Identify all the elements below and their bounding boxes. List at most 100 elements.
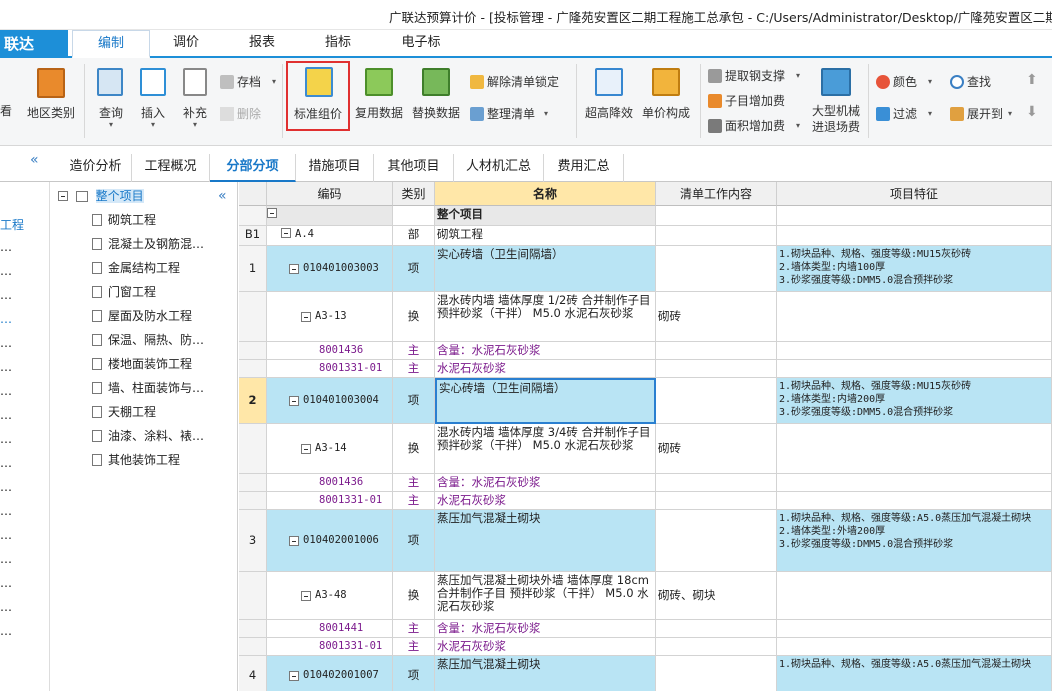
name-cell[interactable]: 水泥石灰砂浆 [435, 638, 656, 656]
feature-cell[interactable] [777, 360, 1052, 378]
tree-item[interactable]: 混凝土及钢筋混… [92, 234, 204, 254]
name-cell[interactable]: 整个项目 [435, 206, 656, 226]
feature-cell[interactable] [777, 474, 1052, 492]
row-seq-cell[interactable]: B1 [239, 226, 267, 246]
work-content-cell[interactable]: 砌砖 [656, 424, 777, 474]
code-cell[interactable]: A.4 [267, 226, 393, 246]
search-button[interactable]: 查找 [950, 72, 1006, 92]
code-cell[interactable]: A3-13 [267, 292, 393, 342]
nav-item[interactable]: … [0, 432, 12, 446]
type-cell[interactable]: 主 [393, 492, 435, 510]
feature-cell[interactable]: 1.砌块品种、规格、强度等级:A5.0蒸压加气混凝土砌块 2.墙体类型:外墙20… [777, 510, 1052, 572]
name-cell[interactable]: 水泥石灰砂浆 [435, 360, 656, 378]
menu-tab-edit[interactable]: 编制 [72, 30, 150, 58]
tree-item[interactable]: 保温、隔热、防… [92, 330, 204, 350]
type-cell[interactable]: 项 [393, 656, 435, 691]
replace-data-button[interactable]: 替换数据 [408, 64, 464, 140]
view-button-partial[interactable]: 看 [0, 102, 14, 118]
feature-cell[interactable] [777, 206, 1052, 226]
row-seq-cell[interactable]: 1 [239, 246, 267, 292]
query-button[interactable]: 查询 ▾ [90, 64, 132, 140]
nav-item[interactable]: … [0, 528, 12, 542]
nav-item[interactable]: … [0, 552, 12, 566]
type-cell[interactable]: 主 [393, 360, 435, 378]
type-cell[interactable]: 主 [393, 620, 435, 638]
row-seq-cell[interactable] [239, 572, 267, 620]
area-category-button[interactable]: 地区类别 [24, 64, 78, 140]
column-header-code[interactable]: 编码 [267, 182, 393, 206]
name-cell[interactable]: 含量：水泥石灰砂浆 [435, 342, 656, 360]
feature-cell[interactable] [777, 342, 1052, 360]
collapse-row-icon[interactable] [289, 395, 299, 406]
work-content-cell[interactable] [656, 638, 777, 656]
column-header-features[interactable]: 项目特征 [777, 182, 1052, 206]
nav-item[interactable]: … [0, 384, 12, 398]
type-cell[interactable]: 项 [393, 510, 435, 572]
work-content-cell[interactable]: 砌砖、砌块 [656, 572, 777, 620]
code-cell[interactable]: A3-48 [267, 572, 393, 620]
work-content-cell[interactable] [656, 620, 777, 638]
feature-cell[interactable]: 1.砌块品种、规格、强度等级:MU15灰砂砖 2.墙体类型:内墙100厚 3.砂… [777, 246, 1052, 292]
feature-cell[interactable]: 1.砌块品种、规格、强度等级:A5.0蒸压加气混凝土砌块 [777, 656, 1052, 691]
work-content-cell[interactable] [656, 226, 777, 246]
unit-price-composition-button[interactable]: 单价构成 [638, 64, 694, 140]
row-seq-cell[interactable] [239, 638, 267, 656]
move-down-arrow-icon[interactable]: ⬇ [1026, 104, 1042, 122]
work-content-cell[interactable] [656, 342, 777, 360]
collapse-node-icon[interactable] [58, 191, 68, 201]
code-cell[interactable]: 8001331-01 [267, 638, 393, 656]
work-content-cell[interactable] [656, 246, 777, 292]
row-seq-cell[interactable]: 2 [239, 378, 267, 424]
name-cell[interactable]: 蒸压加气混凝土砌块外墙 墙体厚度 18cm 合并制作子目 预拌砂浆（干拌） M5… [435, 572, 656, 620]
nav-item[interactable]: … [0, 624, 12, 638]
large-machinery-button[interactable]: 大型机械 进退场费 [808, 64, 864, 142]
menu-tab-index[interactable]: 指标 [308, 30, 368, 58]
tree-item[interactable]: 金属结构工程 [92, 258, 180, 278]
code-cell[interactable]: 8001331-01 [267, 492, 393, 510]
feature-cell[interactable]: 1.砌块品种、规格、强度等级:MU15灰砂砖 2.墙体类型:内墙200厚 3.砂… [777, 378, 1052, 424]
type-cell[interactable]: 项 [393, 378, 435, 424]
tab-labor-material-summary[interactable]: 人材机汇总 [454, 154, 544, 182]
name-cell[interactable]: 含量：水泥石灰砂浆 [435, 620, 656, 638]
archive-button[interactable]: 存档 ▾ [220, 72, 278, 92]
type-cell[interactable]: 换 [393, 572, 435, 620]
work-content-cell[interactable]: 砌砖 [656, 292, 777, 342]
code-cell[interactable]: 8001436 [267, 474, 393, 492]
collapse-row-icon[interactable] [289, 670, 299, 681]
row-seq-cell[interactable]: 4 [239, 656, 267, 691]
nav-item[interactable]: … [0, 480, 12, 494]
feature-cell[interactable] [777, 638, 1052, 656]
feature-cell[interactable] [777, 292, 1052, 342]
tree-item[interactable]: 油漆、涂料、裱… [92, 426, 204, 446]
code-cell[interactable]: 8001436 [267, 342, 393, 360]
nav-item[interactable]: … [0, 360, 12, 374]
code-cell[interactable]: 8001331-01 [267, 360, 393, 378]
nav-item[interactable]: … [0, 240, 12, 254]
nav-item[interactable]: … [0, 312, 12, 326]
menu-tab-etender[interactable]: 电子标 [386, 30, 456, 58]
tab-fee-summary[interactable]: 费用汇总 [544, 154, 624, 182]
nav-item[interactable]: … [0, 264, 12, 278]
row-seq-cell[interactable] [239, 292, 267, 342]
tree-item[interactable]: 屋面及防水工程 [92, 306, 192, 326]
row-seq-cell[interactable] [239, 620, 267, 638]
nav-item[interactable]: … [0, 336, 12, 350]
tab-measures[interactable]: 措施项目 [296, 154, 374, 182]
column-header-work-content[interactable]: 清单工作内容 [656, 182, 777, 206]
code-cell[interactable]: 010402001007 [267, 656, 393, 691]
nav-item[interactable]: … [0, 408, 12, 422]
tree-item[interactable]: 门窗工程 [92, 282, 156, 302]
type-cell[interactable] [393, 206, 435, 226]
collapse-row-icon[interactable] [289, 263, 299, 274]
tab-sub-items[interactable]: 分部分项 [210, 154, 296, 182]
type-cell[interactable]: 项 [393, 246, 435, 292]
name-cell[interactable]: 砌筑工程 [435, 226, 656, 246]
color-button[interactable]: 颜色 ▾ [876, 72, 942, 92]
work-content-cell[interactable] [656, 360, 777, 378]
tree-item[interactable]: 砌筑工程 [92, 210, 156, 230]
code-cell[interactable] [267, 206, 393, 226]
code-cell[interactable]: A3-14 [267, 424, 393, 474]
code-cell[interactable]: 010402001006 [267, 510, 393, 572]
nav-item[interactable]: 工程 [0, 216, 24, 233]
name-cell[interactable]: 混水砖内墙 墙体厚度 3/4砖 合并制作子目 预拌砂浆（干拌） M5.0 水泥石… [435, 424, 656, 474]
